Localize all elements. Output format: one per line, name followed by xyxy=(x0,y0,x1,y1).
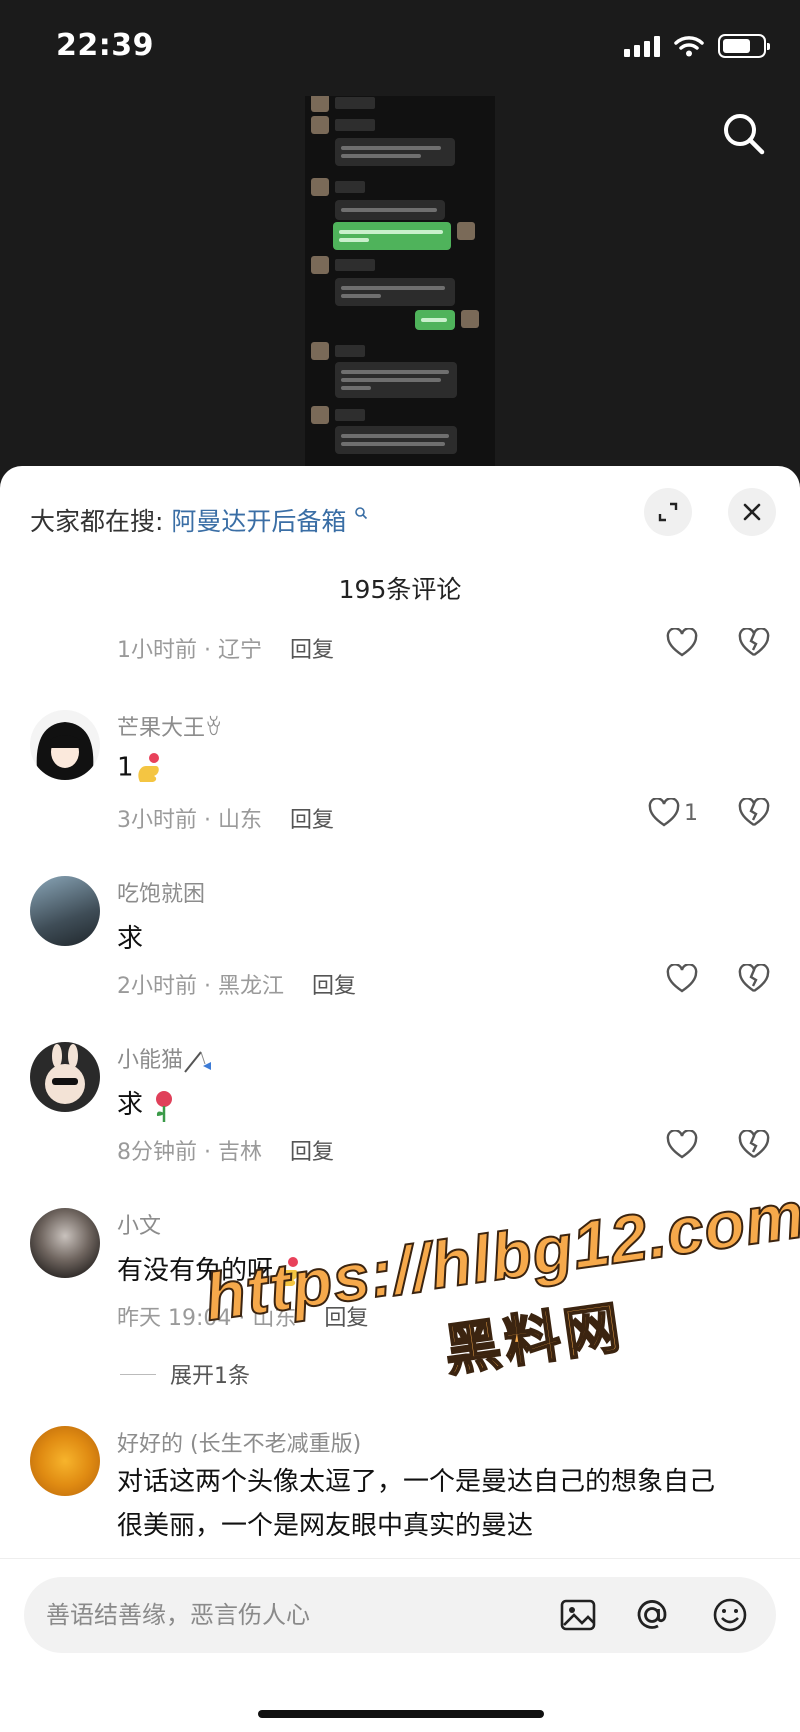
close-icon xyxy=(743,503,761,521)
status-time: 22:39 xyxy=(56,28,154,63)
app-screen: 22:39 大家都在搜: 阿曼达开后备箱 195条评论 1小时前 · 辽宁 回复… xyxy=(0,0,800,1732)
avatar[interactable] xyxy=(30,1042,100,1112)
chat-screenshot-image xyxy=(305,96,495,476)
comment-text: 求 xyxy=(117,924,144,954)
hot-search-term[interactable]: 阿曼达开后备箱 xyxy=(171,507,346,536)
reply-button[interactable]: 回复 xyxy=(290,808,334,833)
avatar[interactable] xyxy=(30,1426,100,1496)
comment-panel: 大家都在搜: 阿曼达开后备箱 195条评论 1小时前 · 辽宁 回复 芒果大王ꈊ… xyxy=(0,466,800,1732)
comment-text-value: 1 xyxy=(117,752,134,783)
heart-icon xyxy=(648,798,680,827)
broken-heart-icon[interactable] xyxy=(738,964,770,994)
video-area[interactable] xyxy=(0,96,800,476)
hot-search-bar[interactable]: 大家都在搜: 阿曼达开后备箱 xyxy=(30,502,368,538)
like-button[interactable] xyxy=(666,964,698,994)
broken-heart-icon[interactable] xyxy=(738,1130,770,1160)
expand-icon xyxy=(658,502,678,522)
signal-icon xyxy=(624,35,660,57)
comment-count-title: 195条评论 xyxy=(338,575,462,604)
avatar[interactable] xyxy=(30,1208,100,1278)
search-icon xyxy=(355,507,368,520)
fishing-emoji-icon xyxy=(184,1051,212,1073)
search-icon[interactable] xyxy=(716,106,772,162)
comment-meta: 1小时前 · 辽宁 回复 xyxy=(117,632,334,664)
comment-input[interactable] xyxy=(46,1577,546,1653)
comment-meta: 2小时前 · 黑龙江 回复 xyxy=(117,968,356,1000)
heart-icon xyxy=(666,964,698,993)
avatar[interactable] xyxy=(30,710,100,780)
comment-author[interactable]: 吃饱就困 xyxy=(117,876,205,908)
reply-button[interactable]: 回复 xyxy=(290,638,334,663)
comment-meta: 8分钟前 · 吉林 回复 xyxy=(117,1134,334,1166)
comment-input-pill xyxy=(24,1577,776,1653)
like-button[interactable] xyxy=(666,628,698,658)
comment-time: 2小时前 · 黑龙江 xyxy=(117,974,284,999)
comment-time: 3小时前 · 山东 xyxy=(117,808,262,833)
like-count: 1 xyxy=(684,800,698,826)
comment-time: 1小时前 · 辽宁 xyxy=(117,638,262,663)
comment-meta: 3小时前 · 山东 回复 xyxy=(117,802,334,834)
mention-icon[interactable] xyxy=(632,1595,672,1635)
status-icons xyxy=(624,34,770,58)
battery-icon xyxy=(718,34,770,58)
image-icon[interactable] xyxy=(558,1595,598,1635)
like-button[interactable] xyxy=(666,1130,698,1160)
comment-text: 1 xyxy=(117,752,164,784)
hot-search-prefix: 大家都在搜: xyxy=(30,507,164,536)
reply-button[interactable]: 回复 xyxy=(290,1140,334,1165)
comment-text-line: 很美丽，一个是网友眼中真实的曼达 xyxy=(117,1511,534,1541)
comment-time: 8分钟前 · 吉林 xyxy=(117,1140,262,1165)
broken-heart-icon[interactable] xyxy=(738,798,770,828)
comment-author[interactable]: 小能猫 xyxy=(117,1042,213,1074)
heart-icon xyxy=(666,628,698,657)
like-button[interactable]: 1 xyxy=(648,798,698,828)
comment-author-name: 小能猫 xyxy=(117,1048,184,1073)
comment-text: 对话这两个头像太逗了，一个是曼达自己的想象自己 很美丽，一个是网友眼中真实的曼达 xyxy=(117,1460,715,1548)
home-indicator xyxy=(258,1710,544,1718)
comment-text-value: 求 xyxy=(117,1090,144,1120)
avatar[interactable] xyxy=(30,876,100,946)
wifi-icon xyxy=(674,36,704,57)
emoji-icon[interactable] xyxy=(710,1595,750,1635)
comment-author[interactable]: 小文 xyxy=(117,1208,161,1240)
fullscreen-button[interactable] xyxy=(644,488,692,536)
hand-heart-emoji-icon xyxy=(137,753,159,782)
broken-heart-icon[interactable] xyxy=(738,628,770,658)
comment-text: 求 xyxy=(117,1084,177,1123)
rose-emoji-icon xyxy=(156,1090,173,1122)
comment-author[interactable]: 芒果大王ꈊ xyxy=(117,710,222,742)
heart-icon xyxy=(666,1130,698,1159)
comment-text-line: 对话这两个头像太逗了，一个是曼达自己的想象自己 xyxy=(117,1467,716,1497)
status-bar: 22:39 xyxy=(0,0,800,96)
comment-input-bar xyxy=(0,1558,800,1732)
reply-button[interactable]: 回复 xyxy=(312,974,356,999)
close-button[interactable] xyxy=(728,488,776,536)
